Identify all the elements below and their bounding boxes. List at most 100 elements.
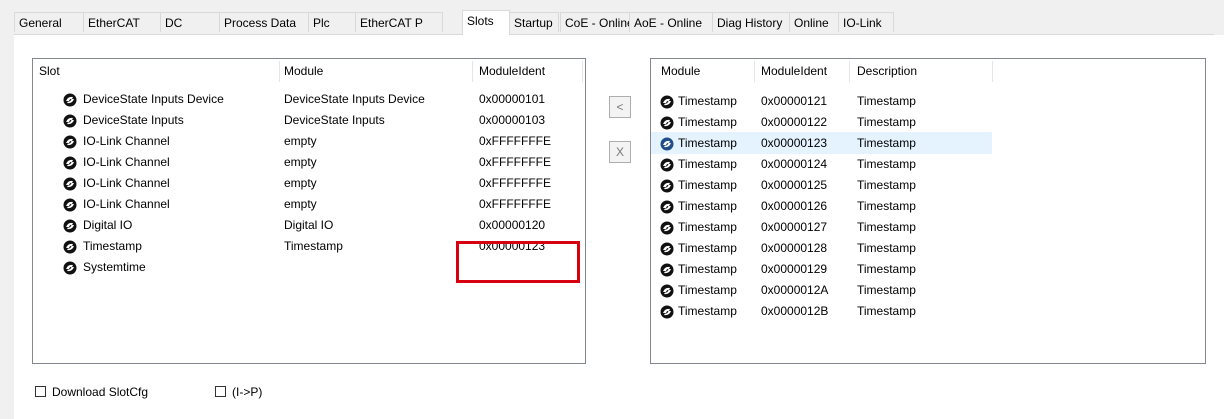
tab-process-data[interactable]: Process Data [219, 12, 309, 32]
slot-module: DeviceState Inputs [284, 113, 385, 127]
tab-diag-history[interactable]: Diag History [712, 12, 790, 32]
column-header-slot[interactable]: Slot [39, 59, 60, 84]
module-globe-icon [63, 260, 77, 275]
module-name: Timestamp [678, 94, 737, 108]
module-globe-icon [63, 113, 77, 128]
tab-general[interactable]: General [14, 12, 84, 32]
module-row[interactable]: Timestamp 0x00000127 Timestamp [651, 216, 992, 238]
module-name: Timestamp [678, 220, 737, 234]
tab-divider [14, 34, 1214, 35]
tab-coe-online[interactable]: CoE - Online [560, 12, 634, 32]
module-row[interactable]: Timestamp 0x00000121 Timestamp [651, 90, 992, 112]
module-row[interactable]: Timestamp 0x00000124 Timestamp [651, 153, 992, 175]
slot-row[interactable]: IO-Link Channel empty 0xFFFFFFFE [33, 172, 585, 194]
module-name: Timestamp [678, 241, 737, 255]
column-separator[interactable] [582, 61, 583, 82]
insert-module-button[interactable]: < [609, 96, 631, 118]
module-row[interactable]: Timestamp 0x0000012B Timestamp [651, 300, 992, 322]
tab-ethercat[interactable]: EtherCAT [83, 12, 161, 32]
slot-row[interactable]: IO-Link Channel empty 0xFFFFFFFE [33, 130, 585, 152]
slot-module: empty [284, 197, 317, 211]
module-globe-icon [660, 220, 674, 235]
module-globe-icon [660, 94, 674, 109]
slot-moduleident: 0x00000120 [479, 218, 546, 232]
module-row[interactable]: Timestamp 0x00000123 Timestamp [651, 132, 992, 154]
column-header-module[interactable]: Module [661, 59, 700, 84]
module-description: Timestamp [857, 157, 916, 171]
slot-name: IO-Link Channel [83, 155, 170, 169]
module-ident: 0x00000125 [761, 178, 828, 192]
slot-module: empty [284, 155, 317, 169]
module-row[interactable]: Timestamp 0x00000129 Timestamp [651, 258, 992, 280]
slot-module: empty [284, 134, 317, 148]
tab-startup[interactable]: Startup [509, 12, 559, 32]
available-modules-list[interactable]: Module ModuleIdent Description Timestamp… [650, 58, 1206, 364]
slot-row[interactable]: DeviceState Inputs Device DeviceState Inp… [33, 88, 585, 110]
module-ident: 0x00000122 [761, 115, 828, 129]
remove-module-button[interactable]: X [609, 141, 631, 163]
module-ident: 0x0000012B [761, 304, 829, 318]
slot-row[interactable]: IO-Link Channel empty 0xFFFFFFFE [33, 193, 585, 215]
tab-strip: General EtherCAT DC Process Data Plc EtherCAT… [14, 10, 1214, 35]
checkbox-box[interactable] [35, 386, 46, 397]
module-description: Timestamp [857, 199, 916, 213]
slot-moduleident: 0xFFFFFFFE [479, 197, 551, 211]
slot-module: empty [284, 176, 317, 190]
slot-name: Timestamp [83, 239, 142, 253]
column-header-module[interactable]: Module [284, 59, 323, 84]
column-separator[interactable] [992, 61, 993, 82]
slot-row[interactable]: IO-Link Channel empty 0xFFFFFFFE [33, 151, 585, 173]
module-row[interactable]: Timestamp 0x0000012A Timestamp [651, 279, 992, 301]
module-row[interactable]: Timestamp 0x00000125 Timestamp [651, 174, 992, 196]
module-row[interactable]: Timestamp 0x00000122 Timestamp [651, 111, 992, 133]
slot-name: IO-Link Channel [83, 197, 170, 211]
module-row[interactable]: Timestamp 0x00000126 Timestamp [651, 195, 992, 217]
module-globe-icon [660, 283, 674, 298]
column-header-moduleident[interactable]: ModuleIdent [761, 59, 827, 84]
slot-moduleident: 0x00000103 [479, 113, 546, 127]
column-separator[interactable] [472, 61, 473, 82]
slot-name: DeviceState Inputs [83, 113, 184, 127]
tab-plc[interactable]: Plc [308, 12, 356, 32]
module-globe-icon [63, 155, 77, 170]
tab-aoe-online[interactable]: AoE - Online [629, 12, 713, 32]
checkbox-label: Download SlotCfg [52, 385, 149, 399]
module-description: Timestamp [857, 178, 916, 192]
module-globe-icon [63, 239, 77, 254]
slot-moduleident: 0xFFFFFFFE [479, 155, 551, 169]
column-separator[interactable] [754, 61, 755, 82]
slot-row[interactable]: DeviceState Inputs DeviceState Inputs 0x00… [33, 109, 585, 131]
module-name: Timestamp [678, 262, 737, 276]
tab-ethercat-p[interactable]: EtherCAT P [355, 12, 443, 32]
module-row[interactable]: Timestamp 0x00000128 Timestamp [651, 237, 992, 259]
module-name: Timestamp [678, 157, 737, 171]
module-description: Timestamp [857, 136, 916, 150]
column-separator[interactable] [849, 61, 850, 82]
module-globe-icon [660, 199, 674, 214]
slot-moduleident: 0xFFFFFFFE [479, 134, 551, 148]
column-header-moduleident[interactable]: ModuleIdent [479, 59, 545, 84]
slot-name: IO-Link Channel [83, 134, 170, 148]
module-description: Timestamp [857, 262, 916, 276]
slots-list[interactable]: Slot Module ModuleIdent DeviceState Inpu… [32, 58, 586, 364]
column-separator[interactable] [279, 61, 280, 82]
module-globe-icon [660, 115, 674, 130]
module-description: Timestamp [857, 94, 916, 108]
module-description: Timestamp [857, 220, 916, 234]
tab-online[interactable]: Online [789, 12, 839, 32]
tab-dc[interactable]: DC [160, 12, 220, 32]
column-header-description[interactable]: Description [857, 59, 917, 84]
module-description: Timestamp [857, 241, 916, 255]
slot-moduleident: 0xFFFFFFFE [479, 176, 551, 190]
module-globe-icon [660, 304, 674, 319]
checkbox-box[interactable] [215, 386, 226, 397]
tab-slots[interactable]: Slots [462, 10, 510, 35]
slot-row[interactable]: Digital IO Digital IO 0x00000120 [33, 214, 585, 236]
tab-io-link[interactable]: IO-Link [838, 12, 894, 32]
module-ident: 0x00000121 [761, 94, 828, 108]
module-description: Timestamp [857, 304, 916, 318]
module-globe-selected-icon [660, 136, 674, 151]
module-globe-icon [660, 262, 674, 277]
slot-moduleident: 0x00000101 [479, 92, 546, 106]
module-globe-icon [660, 241, 674, 256]
